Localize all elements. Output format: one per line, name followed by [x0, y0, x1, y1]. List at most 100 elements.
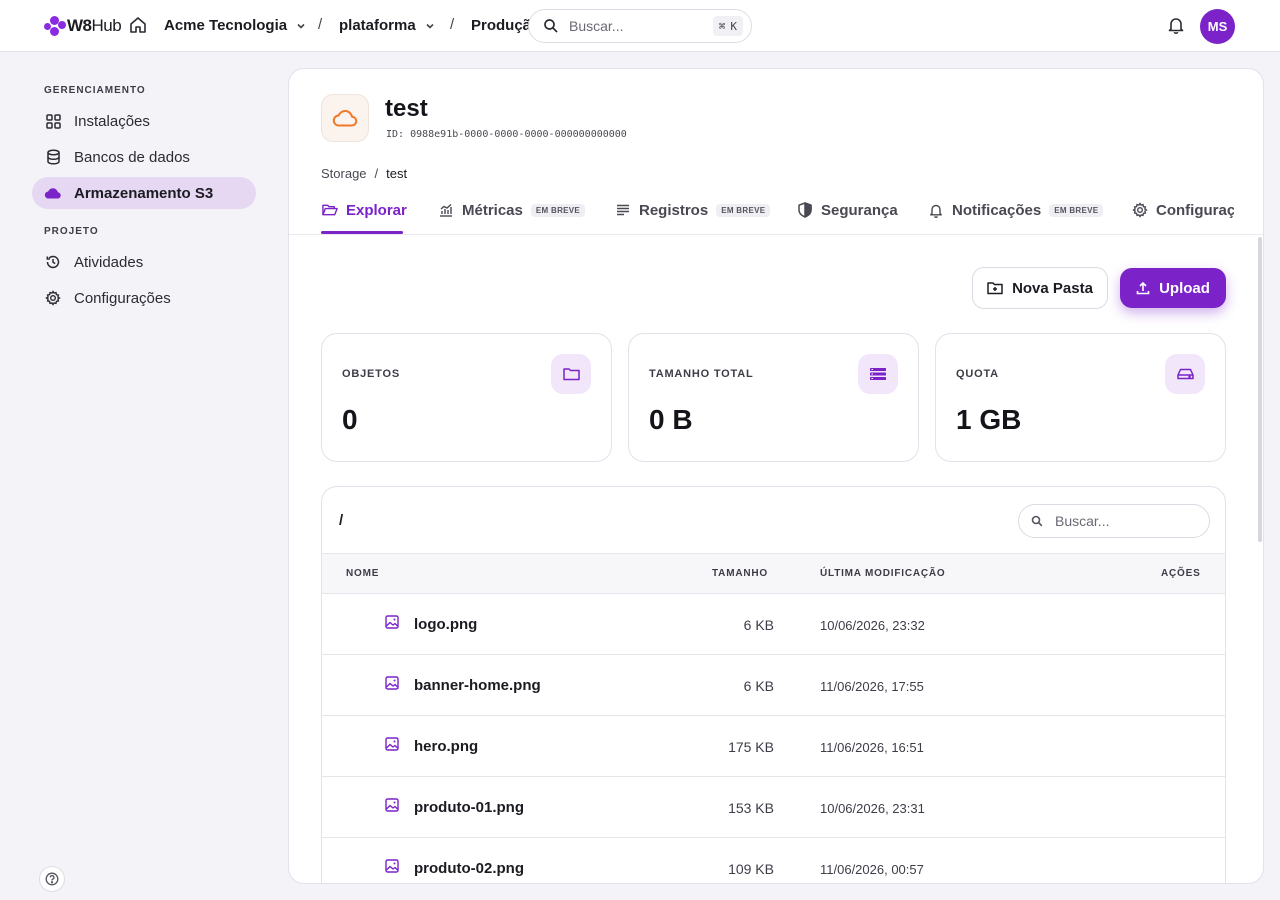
file-name[interactable]: logo.png	[414, 616, 477, 633]
stat-label: TAMANHO TOTAL	[649, 368, 754, 380]
org-switcher[interactable]: Acme Tecnologia	[164, 17, 307, 34]
breadcrumb: Storage / test	[321, 166, 407, 181]
sidebar-item-activities[interactable]: Atividades	[32, 246, 256, 278]
file-modified: 11/06/2026, 16:51	[820, 740, 924, 755]
environment-switcher[interactable]: Produção	[471, 17, 531, 34]
tab-security[interactable]: Segurança	[797, 199, 898, 221]
tab-label: Registros	[639, 201, 709, 219]
tab-metrics[interactable]: Métricas EM BREVE	[438, 199, 586, 221]
search-icon	[544, 19, 558, 33]
file-browser: / Buscar... NOME TAMANHO ÚLTIMA MODIFICA…	[321, 486, 1226, 883]
image-file-icon	[385, 615, 401, 631]
tab-label: Explorar	[346, 201, 407, 219]
new-folder-button[interactable]: Nova Pasta	[972, 267, 1108, 309]
breadcrumb-separator: /	[374, 166, 379, 181]
sidebar-item-label: Configurações	[74, 289, 171, 307]
table-row[interactable]: produto-02.png 109 KB 11/06/2026, 00:57	[322, 838, 1225, 883]
sidebar-item-databases[interactable]: Bancos de dados	[32, 141, 256, 173]
image-file-icon	[385, 798, 401, 814]
new-folder-label: Nova Pasta	[1012, 279, 1093, 297]
chevron-down-icon	[426, 23, 434, 29]
project-name: plataforma	[339, 17, 416, 34]
tab-explore[interactable]: Explorar	[322, 199, 407, 221]
tab-label: Configurações	[1156, 201, 1234, 219]
file-modified: 10/06/2026, 23:32	[820, 618, 925, 633]
stat-label: OBJETOS	[342, 368, 400, 380]
sidebar-item-label: Armazenamento S3	[74, 184, 214, 202]
file-size: 6 KB	[743, 678, 774, 694]
stat-value: 0	[342, 404, 358, 435]
file-modified: 10/06/2026, 23:31	[820, 801, 925, 816]
tab-label: Segurança	[821, 201, 898, 219]
brand-logo[interactable]: W8Hub	[44, 13, 122, 39]
chevron-down-icon	[297, 23, 305, 29]
sidebar-section-manage: GERENCIAMENTO	[44, 85, 146, 96]
history-icon	[44, 253, 62, 271]
breadcrumb-separator: /	[318, 16, 323, 33]
stat-value: 0 B	[649, 404, 693, 435]
user-avatar[interactable]: MS	[1200, 9, 1235, 44]
table-row[interactable]: produto-01.png 153 KB 10/06/2026, 23:31	[322, 777, 1225, 838]
tab-label: Métricas	[462, 201, 523, 219]
brand-name-bold: W8	[67, 16, 92, 35]
file-name[interactable]: hero.png	[414, 738, 478, 755]
bell-icon	[928, 202, 944, 218]
column-name[interactable]: NOME	[346, 568, 379, 579]
file-modified: 11/06/2026, 00:57	[820, 862, 924, 877]
search-icon	[1031, 515, 1043, 527]
column-size[interactable]: TAMANHO	[712, 568, 768, 579]
bucket-id: ID: 0988e91b-0000-0000-0000-000000000000	[386, 129, 627, 140]
sidebar-section-project: PROJETO	[44, 226, 99, 237]
file-name[interactable]: banner-home.png	[414, 677, 541, 694]
upload-icon	[1136, 281, 1150, 295]
org-name: Acme Tecnologia	[164, 17, 288, 34]
project-switcher[interactable]: plataforma	[339, 17, 436, 34]
breadcrumb-separator: /	[450, 16, 455, 33]
image-file-icon	[385, 737, 401, 753]
search-placeholder: Buscar...	[569, 18, 624, 34]
shield-icon	[797, 202, 813, 218]
table-row[interactable]: hero.png 175 KB 11/06/2026, 16:51	[322, 716, 1225, 777]
cloud-icon	[44, 184, 62, 202]
sidebar-item-s3-storage[interactable]: Armazenamento S3	[32, 177, 256, 209]
help-button[interactable]	[39, 866, 65, 892]
tab-notifications[interactable]: Notificações EM BREVE	[928, 199, 1104, 221]
global-search[interactable]: Buscar... ⌘ K	[528, 9, 752, 43]
sidebar-item-label: Atividades	[74, 253, 144, 271]
tab-logs[interactable]: Registros EM BREVE	[615, 199, 771, 221]
bucket-title: test	[385, 95, 428, 122]
top-bar: W8Hub Acme Tecnologia / plataforma / Pro…	[0, 0, 1280, 52]
bell-icon[interactable]	[1166, 15, 1186, 35]
scrollbar-thumb[interactable]	[1258, 237, 1262, 542]
sidebar-item-installations[interactable]: Instalações	[32, 105, 256, 137]
stat-card-objects: OBJETOS 0	[321, 333, 612, 462]
tab-settings[interactable]: Configurações	[1132, 199, 1234, 221]
sidebar-item-settings[interactable]: Configurações	[32, 282, 256, 314]
logo-mark-icon	[44, 14, 66, 38]
breadcrumb-current: test	[386, 166, 408, 181]
breadcrumb-storage[interactable]: Storage	[321, 166, 367, 181]
image-file-icon	[385, 676, 401, 692]
table-row[interactable]: logo.png 6 KB 10/06/2026, 23:32	[322, 594, 1225, 655]
tab-label: Notificações	[952, 201, 1042, 219]
home-icon[interactable]	[128, 15, 148, 35]
stat-card-quota: QUOTA 1 GB	[935, 333, 1226, 462]
file-size: 6 KB	[743, 617, 774, 633]
gear-icon	[1132, 202, 1148, 218]
upload-button[interactable]: Upload	[1120, 268, 1226, 308]
column-modified[interactable]: ÚLTIMA MODIFICAÇÃO	[820, 568, 946, 579]
coming-soon-badge: EM BREVE	[530, 203, 586, 217]
file-modified: 11/06/2026, 17:55	[820, 679, 924, 694]
file-search-placeholder: Buscar...	[1055, 513, 1110, 529]
file-search-input[interactable]: Buscar...	[1018, 504, 1210, 538]
chart-icon	[438, 202, 454, 218]
folder-open-icon	[322, 202, 338, 218]
coming-soon-badge: EM BREVE	[716, 203, 771, 217]
tab-bar: Explorar Métricas EM BREVE Registros EM …	[289, 191, 1234, 235]
file-name[interactable]: produto-02.png	[414, 860, 524, 877]
file-size: 109 KB	[728, 861, 774, 877]
table-row[interactable]: banner-home.png 6 KB 11/06/2026, 17:55	[322, 655, 1225, 716]
table-header: NOME TAMANHO ÚLTIMA MODIFICAÇÃO AÇÕES	[322, 553, 1225, 594]
folder-icon	[551, 354, 591, 394]
file-name[interactable]: produto-01.png	[414, 799, 524, 816]
